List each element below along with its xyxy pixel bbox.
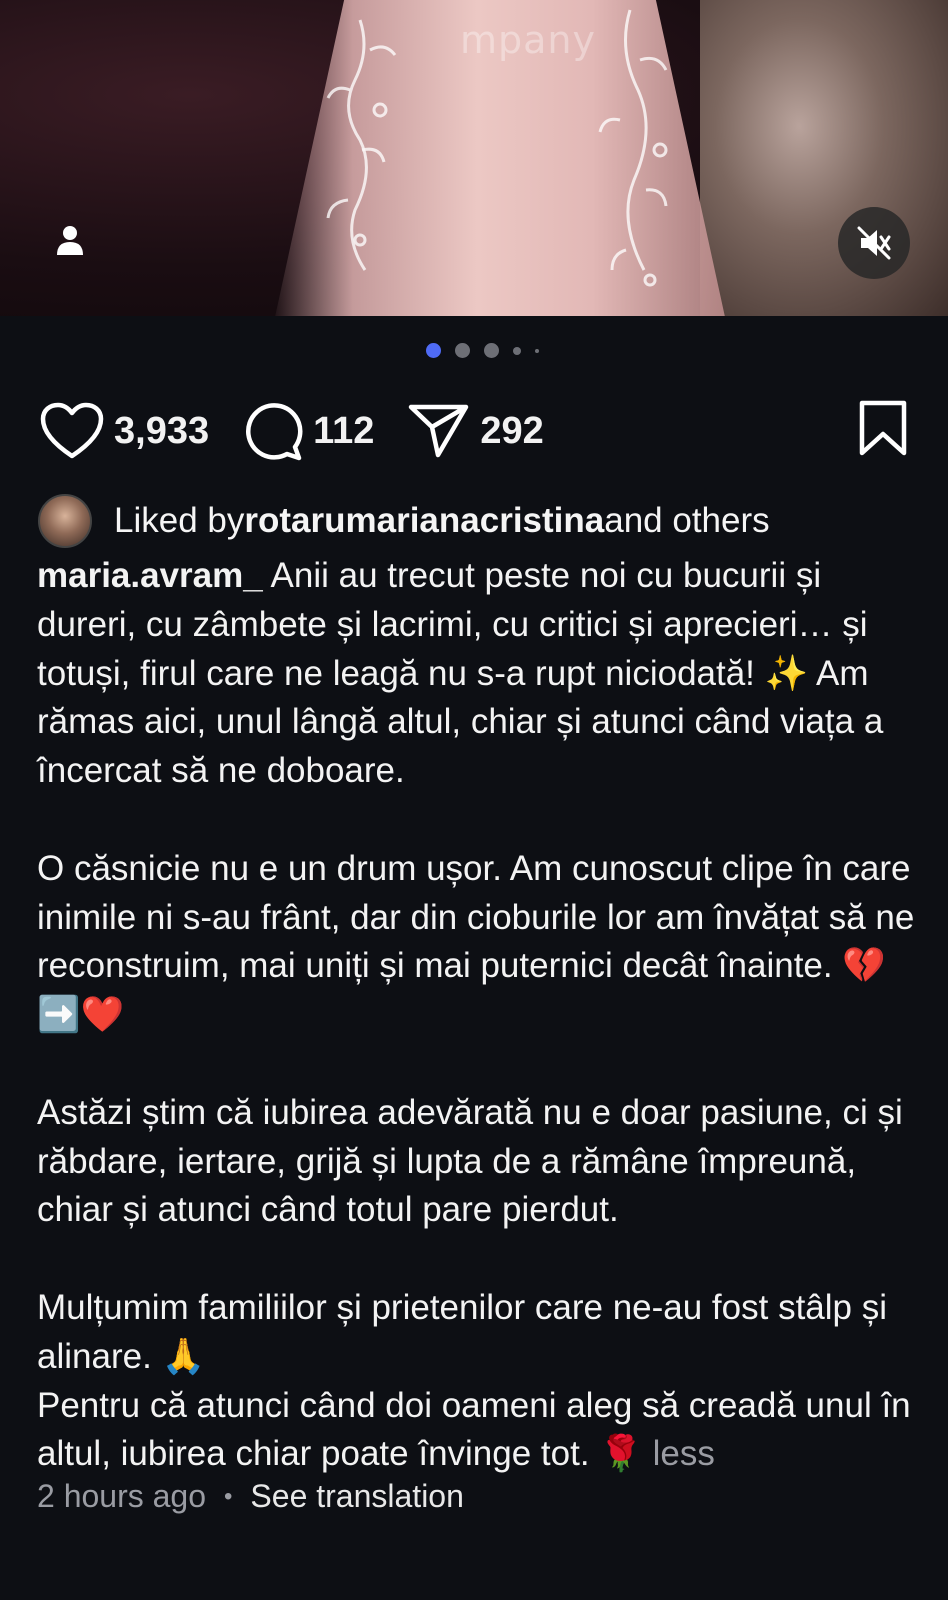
caption-text: Pentru că atunci când doi oameni aleg să… <box>37 1385 911 1474</box>
bookmark-icon <box>859 400 907 456</box>
tagged-people-icon[interactable] <box>52 222 92 262</box>
separator-dot: • <box>224 1482 233 1510</box>
send-icon <box>409 404 469 458</box>
carousel-indicator <box>8 343 948 358</box>
carousel-dot <box>454 343 470 358</box>
caption-paragraph: maria.avram_ Anii au trecut peste noi cu… <box>37 552 917 796</box>
caption-paragraph: Astăzi știm că iubirea adevărată nu e do… <box>37 1092 903 1230</box>
heart-icon <box>40 402 104 459</box>
post-media[interactable]: mpany <box>0 0 948 316</box>
comment-icon <box>246 403 303 461</box>
liked-by-username[interactable]: rotarumarianacristina <box>244 501 604 541</box>
liked-by-suffix[interactable]: and others <box>604 501 769 541</box>
liked-by-prefix: Liked by <box>114 501 245 540</box>
muted-speaker-icon <box>857 226 891 260</box>
share-button[interactable]: 292 <box>408 403 544 459</box>
media-watermark: mpany <box>460 18 596 62</box>
caption-paragraph: Pentru că atunci când doi oameni aleg să… <box>37 1382 917 1480</box>
mute-toggle-button[interactable] <box>838 207 910 279</box>
liked-by-row[interactable]: Liked by rotarumarianacristina and other… <box>38 494 770 548</box>
comment-count[interactable]: 112 <box>313 410 374 453</box>
like-count[interactable]: 3,933 <box>114 410 209 453</box>
carousel-dot <box>425 343 441 358</box>
carousel-dot <box>483 343 499 358</box>
caption-paragraph: Mulțumim familiilor și prietenilor care … <box>37 1287 887 1376</box>
post-meta: 2 hours ago • See translation <box>37 1478 464 1515</box>
carousel-dot <box>534 348 539 353</box>
comment-button[interactable]: 112 <box>243 401 374 461</box>
post-caption: maria.avram_ Anii au trecut peste noi cu… <box>37 552 917 1479</box>
like-button[interactable]: 3,933 <box>40 402 209 460</box>
see-translation-link[interactable]: See translation <box>250 1478 463 1515</box>
share-count[interactable]: 292 <box>480 410 543 453</box>
save-button[interactable] <box>858 400 908 461</box>
less-link[interactable]: less <box>653 1434 715 1473</box>
caption-username[interactable]: maria.avram_ <box>37 556 263 595</box>
avatar[interactable] <box>38 494 92 548</box>
post-actions-bar: 3,933 112 292 <box>40 396 908 466</box>
caption-paragraph: O căsnicie nu e un drum ușor. Am cunoscu… <box>37 848 915 1035</box>
carousel-dot <box>512 346 521 355</box>
post-timestamp: 2 hours ago <box>37 1478 207 1514</box>
